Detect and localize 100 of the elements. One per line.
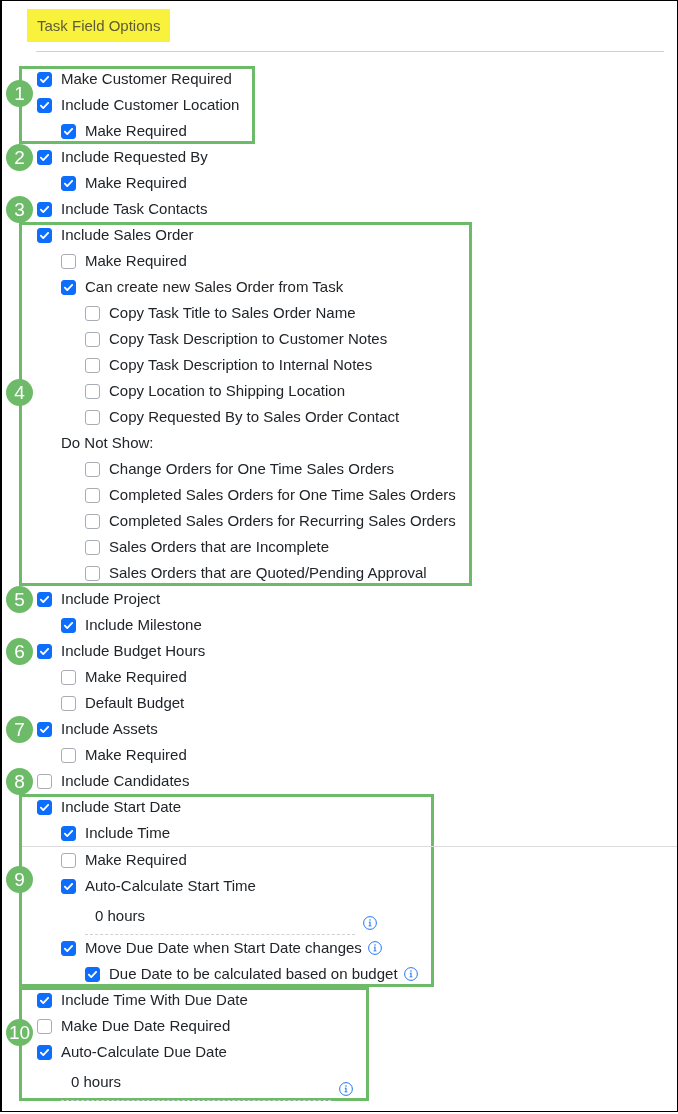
checkbox[interactable] [37,799,52,815]
option-label: Include Time With Due Date [61,990,248,1010]
checkbox[interactable] [37,992,52,1008]
checkmark-icon [64,127,73,135]
callout-number: 2 [6,144,33,171]
callout-number: 3 [6,196,33,223]
info-icon[interactable] [339,1082,353,1096]
option-label: Due Date to be calculated based on budget [109,964,398,984]
option-label: Completed Sales Orders for One Time Sales Orders [109,485,456,505]
option-label: Make Required [85,667,187,687]
option-label: Change Orders for One Time Sales Orders [109,459,395,479]
checkbox[interactable] [85,513,100,529]
checkmark-icon [40,101,49,109]
checkbox[interactable] [85,487,100,503]
checkmark-icon [88,970,97,978]
option-label: Make Required [85,850,187,870]
option-label: Copy Requested By to Sales Order Contact [109,407,400,427]
option-label: Make Required [85,251,187,271]
section-heading: Task Field Options [27,9,171,42]
checkbox[interactable] [37,201,52,217]
checkbox[interactable] [37,773,52,789]
checkbox[interactable] [61,669,76,685]
checkbox[interactable] [61,878,76,894]
callout-number: 10 [6,1019,33,1046]
info-icon[interactable] [367,941,382,955]
hours-field[interactable]: 0 hours [85,899,355,935]
checkmark-icon [40,595,49,603]
option-label: Copy Location to Shipping Location [109,381,345,401]
callout-number: 7 [6,716,33,743]
option-label: Copy Task Description to Internal Notes [109,355,373,375]
checkbox[interactable] [37,149,52,165]
checkbox[interactable] [61,940,76,956]
checkbox[interactable] [85,305,100,321]
checkbox[interactable] [37,591,52,607]
checkbox[interactable] [61,279,76,295]
info-icon[interactable] [403,967,418,981]
checkbox[interactable] [37,227,52,243]
checkmark-icon [64,283,73,291]
checkmark-icon [64,621,73,629]
option-label: Make Required [85,121,187,141]
checkbox[interactable] [85,461,100,477]
option-label: Include Sales Order [61,225,194,245]
checkmark-icon [40,647,49,655]
checkmark-icon [64,829,73,837]
checkbox[interactable] [61,852,76,868]
option-label: Include Project [61,589,161,609]
option-label: Include Milestone [85,615,202,635]
callout-number: 5 [6,586,33,613]
checkmark-icon [64,882,73,890]
checkmark-icon [40,205,49,213]
checkbox[interactable] [61,695,76,711]
checkmark-icon [40,75,49,83]
option-label: Include Time [85,823,171,843]
option-label: Include Budget Hours [61,641,206,661]
option-label: Make Required [85,745,187,765]
option-label: Include Start Date [61,797,182,817]
checkmark-icon [40,725,49,733]
checkbox[interactable] [85,539,100,555]
checkbox[interactable] [85,966,100,982]
checkbox[interactable] [85,409,100,425]
callout-number: 8 [6,768,33,795]
checkbox[interactable] [61,253,76,269]
option-label: Move Due Date when Start Date changes [85,938,362,958]
checkmark-icon [40,231,49,239]
option-label: Include Assets [61,719,158,739]
checkmark-icon [40,153,49,161]
checkbox[interactable] [85,357,100,373]
option-label: Completed Sales Orders for Recurring Sales Orders [109,511,456,531]
checkbox[interactable] [37,1044,52,1060]
option-label: Sales Orders that are Incomplete [109,537,330,557]
checkbox[interactable] [85,383,100,399]
callout-number: 1 [6,80,33,107]
checkbox[interactable] [37,1018,52,1034]
option-label: Make Customer Required [61,69,232,89]
option-label: Include Candidates [61,771,190,791]
option-label: Auto-Calculate Start Time [85,876,256,896]
checkmark-icon [40,1048,49,1056]
checkbox[interactable] [37,721,52,737]
checkmark-icon [64,944,73,952]
checkbox[interactable] [61,617,76,633]
option-label: Include Task Contacts [61,199,208,219]
callout-number: 6 [6,638,33,665]
info-icon[interactable] [363,916,377,930]
checkbox[interactable] [61,747,76,763]
option-label: Include Customer Location [61,95,240,115]
group-heading: Do Not Show: [61,433,154,453]
checkmark-icon [64,179,73,187]
checkbox[interactable] [85,565,100,581]
checkbox[interactable] [61,825,76,841]
checkbox[interactable] [37,71,52,87]
checkbox[interactable] [37,643,52,659]
checkbox[interactable] [85,331,100,347]
checkbox[interactable] [61,123,76,139]
checkbox[interactable] [37,97,52,113]
hours-field[interactable]: 0 hours [61,1065,331,1101]
checkmark-icon [40,803,49,811]
option-label: Default Budget [85,693,185,713]
option-label: Auto-Calculate Due Date [61,1042,227,1062]
option-label: Can create new Sales Order from Task [85,277,344,297]
checkbox[interactable] [61,175,76,191]
